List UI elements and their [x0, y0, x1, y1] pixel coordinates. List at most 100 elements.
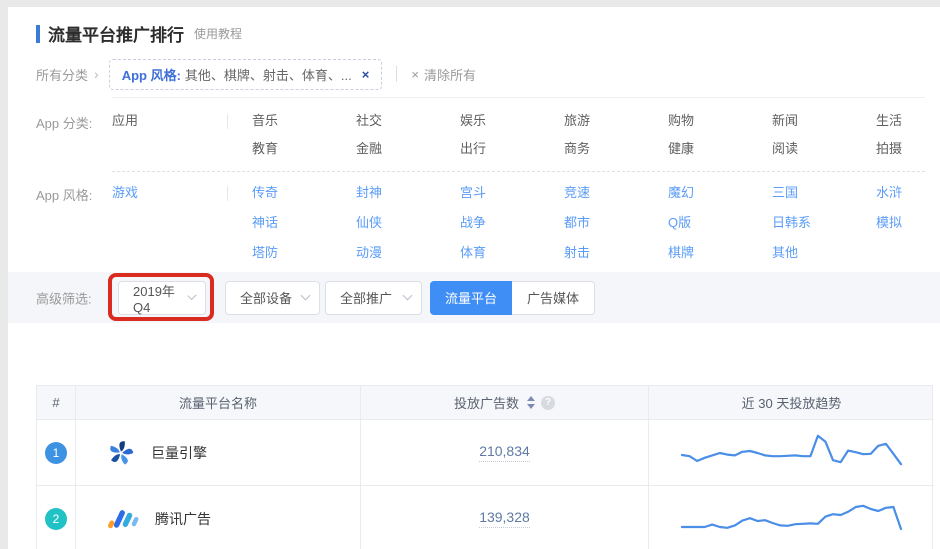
divider	[227, 114, 228, 129]
sort-asc-icon[interactable]	[527, 396, 535, 401]
ads-count-value[interactable]: 139,328	[479, 509, 530, 528]
traffic-platform-tab[interactable]: 流量平台	[430, 280, 513, 315]
chevron-down-icon	[300, 290, 311, 301]
category-column: 购物 健康	[668, 107, 772, 163]
platform-name[interactable]: 腾讯广告	[155, 509, 211, 529]
sort-control[interactable]	[527, 396, 535, 409]
style-option[interactable]: 动漫	[356, 238, 460, 268]
style-option[interactable]: 竞速	[564, 178, 668, 208]
filter-tag-prefix: App 风格:	[121, 67, 181, 83]
style-option[interactable]: 其他	[772, 238, 876, 268]
rank-cell: 1	[37, 420, 76, 486]
category-option-primary[interactable]: 应用	[112, 107, 212, 135]
style-option[interactable]: 神话	[252, 208, 356, 238]
device-dropdown[interactable]: 全部设备	[225, 280, 320, 315]
category-column: 新闻 阅读	[772, 107, 876, 163]
sort-desc-icon[interactable]	[527, 404, 535, 409]
platform-media-toggle: 流量平台 广告媒体	[430, 280, 596, 315]
ads-count-value[interactable]: 210,834	[479, 443, 530, 462]
style-option[interactable]: 传奇	[252, 178, 356, 208]
clear-all-label: 清除所有	[423, 67, 476, 83]
style-option[interactable]: Q版	[668, 208, 772, 238]
page: 流量平台推广排行 使用教程 所有分类 › App 风格: 其他、棋牌、射击、体育…	[0, 0, 940, 549]
category-column: 娱乐 出行	[460, 107, 564, 163]
ad-media-tab[interactable]: 广告媒体	[512, 280, 596, 315]
style-option[interactable]: 宫斗	[460, 178, 564, 208]
title-accent-bar	[36, 24, 40, 43]
page-title: 流量平台推广排行	[48, 26, 184, 45]
divider	[112, 97, 925, 98]
category-option[interactable]: 健康	[668, 135, 772, 163]
remove-filter-icon[interactable]: ×	[362, 67, 370, 82]
app-style-label: App 风格:	[36, 188, 93, 203]
style-option[interactable]: 射击	[564, 238, 668, 268]
style-option[interactable]: 仙侠	[356, 208, 460, 238]
help-icon[interactable]: ?	[541, 395, 555, 410]
style-option[interactable]: 封神	[356, 178, 460, 208]
header-rank: #	[37, 386, 76, 420]
platform-name[interactable]: 巨量引擎	[151, 443, 207, 463]
quarter-dropdown-value: 2019年Q4	[133, 283, 175, 315]
category-option[interactable]: 新闻	[772, 107, 876, 135]
quarter-dropdown[interactable]: 2019年Q4	[118, 280, 206, 315]
style-option[interactable]: 都市	[564, 208, 668, 238]
category-option[interactable]: 教育	[252, 135, 356, 163]
category-option[interactable]: 金融	[356, 135, 460, 163]
style-filter-tag[interactable]: App 风格: 其他、棋牌、射击、体育、... ×	[108, 58, 383, 90]
clear-all-button[interactable]: × 清除所有	[411, 65, 476, 84]
main-panel: 流量平台推广排行 使用教程 所有分类 › App 风格: 其他、棋牌、射击、体育…	[8, 7, 940, 549]
advanced-filter-bar: 高级筛选: 2019年Q4 全部设备 全部推广 流量平台 广告媒体	[8, 272, 940, 323]
category-option[interactable]: 旅游	[564, 107, 668, 135]
style-option[interactable]: 水浒	[876, 178, 940, 208]
rank-cell: 2	[37, 486, 76, 549]
category-option[interactable]: 拍摄	[876, 135, 940, 163]
style-option[interactable]: 塔防	[252, 238, 356, 268]
trend-sparkline	[680, 434, 903, 465]
table-header-row: # 流量平台名称 投放广告数 ? 近 30 天投放趋势	[37, 386, 934, 420]
trend-cell	[649, 420, 934, 486]
category-option[interactable]: 购物	[668, 107, 772, 135]
title-row: 流量平台推广排行 使用教程	[36, 21, 242, 46]
chevron-down-icon	[402, 290, 413, 301]
style-option[interactable]: 日韩系	[772, 208, 876, 238]
tutorial-link[interactable]: 使用教程	[194, 25, 242, 42]
chevron-down-icon	[187, 290, 197, 301]
tencent-ads-logo	[108, 510, 139, 529]
app-category-label: App 分类:	[36, 116, 93, 131]
all-categories-label: 所有分类	[36, 67, 89, 83]
trend-sparkline	[680, 504, 903, 530]
style-option-primary[interactable]: 游戏	[112, 178, 212, 208]
style-option[interactable]: 三国	[772, 178, 876, 208]
category-option[interactable]: 出行	[460, 135, 564, 163]
header-ads-count-label: 投放广告数	[453, 396, 519, 411]
filter-summary-row: 所有分类 › App 风格: 其他、棋牌、射击、体育、... × × 清除所有	[36, 58, 476, 90]
style-option[interactable]: 魔幻	[668, 178, 772, 208]
category-option[interactable]: 生活	[876, 107, 940, 135]
category-column: 旅游 商务	[564, 107, 668, 163]
divider	[112, 171, 925, 172]
style-column: 魔幻 Q版 棋牌	[668, 178, 772, 268]
rank-badge: 2	[45, 507, 67, 530]
platform-name-cell[interactable]: 巨量引擎	[76, 420, 361, 486]
promotion-dropdown[interactable]: 全部推广	[325, 280, 422, 315]
close-icon: ×	[411, 66, 419, 82]
header-platform-name: 流量平台名称	[76, 386, 361, 420]
category-column: 社交 金融	[356, 107, 460, 163]
category-option[interactable]: 娱乐	[460, 107, 564, 135]
category-option[interactable]: 社交	[356, 107, 460, 135]
style-option[interactable]: 模拟	[876, 208, 940, 238]
style-option[interactable]: 战争	[460, 208, 564, 238]
style-option[interactable]: 体育	[460, 238, 564, 268]
style-column: 宫斗 战争 体育	[460, 178, 564, 268]
category-option[interactable]: 音乐	[252, 107, 356, 135]
platform-name-cell[interactable]: 腾讯广告	[76, 486, 361, 549]
category-option[interactable]: 阅读	[772, 135, 876, 163]
category-column: 音乐 教育	[252, 107, 356, 163]
header-trend: 近 30 天投放趋势	[649, 386, 934, 420]
header-ads-count: 投放广告数 ?	[361, 386, 649, 420]
category-option[interactable]: 商务	[564, 135, 668, 163]
style-option[interactable]: 棋牌	[668, 238, 772, 268]
ads-count-cell: 139,328	[361, 486, 649, 549]
style-column: 三国 日韩系 其他	[772, 178, 876, 268]
juliang-engine-logo	[110, 440, 134, 465]
